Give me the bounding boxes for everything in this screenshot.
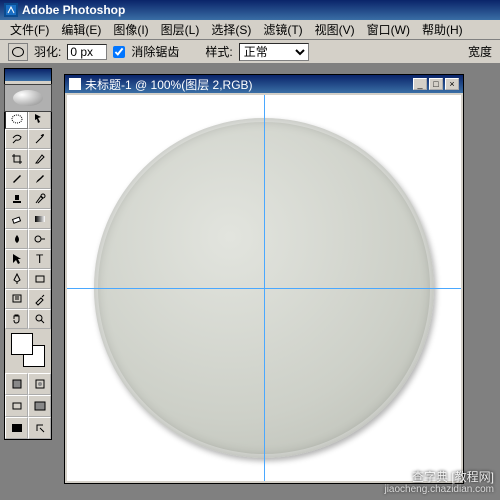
move-tool[interactable] <box>28 109 51 129</box>
antialias-label: 消除锯齿 <box>131 43 179 60</box>
menu-layer[interactable]: 图层(L) <box>155 19 206 40</box>
minimize-button[interactable]: _ <box>413 78 427 90</box>
pen-tool[interactable] <box>5 269 28 289</box>
eyedropper-tool[interactable] <box>28 289 51 309</box>
eraser-tool[interactable] <box>5 209 28 229</box>
options-bar: 羽化: 消除锯齿 样式: 正常 宽度 <box>0 40 500 64</box>
menu-edit[interactable]: 编辑(E) <box>55 19 107 40</box>
jump-to[interactable] <box>28 417 51 439</box>
lasso-tool[interactable] <box>5 129 28 149</box>
path-select-tool[interactable] <box>5 249 28 269</box>
zoom-tool[interactable] <box>28 309 51 329</box>
canvas[interactable] <box>67 95 461 481</box>
width-label: 宽度 <box>468 43 492 60</box>
toolbox-titlebar[interactable] <box>5 69 51 81</box>
menu-view[interactable]: 视图(V) <box>309 19 361 40</box>
heal-tool[interactable] <box>5 169 28 189</box>
standard-mode[interactable] <box>5 373 28 395</box>
navigator-thumb[interactable] <box>4 84 52 112</box>
style-select[interactable]: 正常 <box>239 43 309 61</box>
toolbox: T <box>4 68 52 440</box>
blur-tool[interactable] <box>5 229 28 249</box>
feather-label: 羽化: <box>34 43 61 60</box>
app-icon <box>4 3 18 17</box>
maximize-button[interactable]: □ <box>429 78 443 90</box>
screen-mode-1[interactable] <box>5 395 28 417</box>
notes-tool[interactable] <box>5 289 28 309</box>
gradient-tool[interactable] <box>28 209 51 229</box>
document-title: 未标题-1 @ 100%(图层 2,RGB) <box>85 76 253 93</box>
menu-filter[interactable]: 滤镜(T) <box>257 19 308 40</box>
shape-tool[interactable] <box>28 269 51 289</box>
dodge-tool[interactable] <box>28 229 51 249</box>
wand-tool[interactable] <box>28 129 51 149</box>
menubar: 文件(F) 编辑(E) 图像(I) 图层(L) 选择(S) 滤镜(T) 视图(V… <box>0 20 500 40</box>
style-label: 样式: <box>205 43 232 60</box>
stamp-tool[interactable] <box>5 189 28 209</box>
document-icon <box>69 78 81 90</box>
menu-file[interactable]: 文件(F) <box>4 19 55 40</box>
hand-tool[interactable] <box>5 309 28 329</box>
color-swatches <box>5 329 51 373</box>
app-titlebar: Adobe Photoshop <box>0 0 500 20</box>
type-tool[interactable]: T <box>28 249 51 269</box>
watermark-main: 查字典 [教程网] <box>384 470 494 484</box>
svg-text:T: T <box>36 252 44 266</box>
screen-mode-2[interactable] <box>28 395 51 417</box>
menu-select[interactable]: 选择(S) <box>205 19 257 40</box>
crop-tool[interactable] <box>5 149 28 169</box>
document-window: 未标题-1 @ 100%(图层 2,RGB) _ □ × <box>64 74 464 484</box>
slice-tool[interactable] <box>28 149 51 169</box>
guide-horizontal[interactable] <box>67 288 461 289</box>
marquee-tool[interactable] <box>5 109 28 129</box>
close-button[interactable]: × <box>445 78 459 90</box>
menu-window[interactable]: 窗口(W) <box>361 19 416 40</box>
screen-mode-3[interactable] <box>5 417 28 439</box>
marquee-shape-button[interactable] <box>8 43 28 61</box>
feather-input[interactable] <box>67 44 107 60</box>
foreground-color[interactable] <box>11 333 33 355</box>
menu-help[interactable]: 帮助(H) <box>416 19 469 40</box>
history-brush-tool[interactable] <box>28 189 51 209</box>
watermark-sub: jiaocheng.chazidian.com <box>384 484 494 496</box>
workspace: T 未标题-1 @ 100%(图层 2,RGB) _ □ <box>0 64 500 500</box>
watermark: 查字典 [教程网] jiaocheng.chazidian.com <box>384 470 494 496</box>
brush-tool[interactable] <box>28 169 51 189</box>
app-title: Adobe Photoshop <box>22 3 125 17</box>
document-titlebar[interactable]: 未标题-1 @ 100%(图层 2,RGB) _ □ × <box>65 75 463 93</box>
quickmask-mode[interactable] <box>28 373 51 395</box>
menu-image[interactable]: 图像(I) <box>107 19 154 40</box>
antialias-checkbox[interactable] <box>113 46 125 58</box>
